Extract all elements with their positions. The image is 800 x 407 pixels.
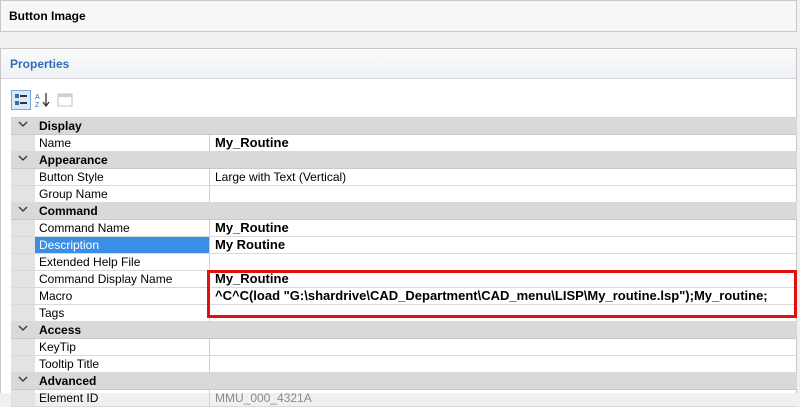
property-pages-icon bbox=[57, 93, 73, 107]
property-name[interactable]: Element ID bbox=[35, 390, 210, 406]
category-label: Command bbox=[39, 204, 98, 218]
svg-text:Z: Z bbox=[35, 102, 40, 108]
property-value[interactable] bbox=[211, 339, 797, 356]
property-value[interactable] bbox=[211, 186, 797, 203]
property-value[interactable]: My_Routine bbox=[211, 134, 797, 151]
property-grid: Display Name My_Routine Appearance Button St… bbox=[11, 117, 797, 407]
categorized-icon bbox=[15, 94, 27, 105]
category-advanced[interactable]: Advanced bbox=[11, 373, 797, 390]
property-row-command-name[interactable]: Command Name My_Routine bbox=[11, 220, 797, 237]
property-pages-button[interactable] bbox=[55, 90, 75, 110]
category-label: Access bbox=[39, 323, 82, 337]
properties-header: Properties bbox=[1, 49, 796, 79]
property-name[interactable]: Description bbox=[35, 237, 210, 253]
property-name[interactable]: Extended Help File bbox=[35, 254, 210, 270]
row-gutter bbox=[11, 390, 35, 406]
property-row-name[interactable]: Name My_Routine bbox=[11, 135, 797, 152]
property-value[interactable] bbox=[211, 356, 797, 373]
property-value[interactable]: My_Routine bbox=[211, 270, 797, 287]
properties-title: Properties bbox=[10, 57, 70, 71]
property-name[interactable]: Group Name bbox=[35, 186, 210, 202]
property-name[interactable]: Tags bbox=[35, 305, 210, 321]
row-gutter bbox=[11, 169, 35, 185]
row-gutter bbox=[11, 237, 35, 253]
chevron-down-icon[interactable] bbox=[18, 204, 30, 218]
chevron-down-icon[interactable] bbox=[18, 374, 30, 388]
sort-alphabetical-icon: A Z bbox=[35, 93, 50, 108]
property-name[interactable]: Command Name bbox=[35, 220, 210, 236]
property-row-button-style[interactable]: Button Style Large with Text (Vertical) bbox=[11, 169, 797, 186]
row-gutter bbox=[11, 186, 35, 202]
button-image-panel: Button Image bbox=[0, 0, 797, 32]
row-gutter bbox=[11, 220, 35, 236]
category-command[interactable]: Command bbox=[11, 203, 797, 220]
property-name[interactable]: Command Display Name bbox=[35, 271, 210, 287]
property-row-extended-help-file[interactable]: Extended Help File bbox=[11, 254, 797, 271]
category-appearance[interactable]: Appearance bbox=[11, 152, 797, 169]
row-gutter bbox=[11, 254, 35, 270]
row-gutter bbox=[11, 135, 35, 151]
property-value[interactable]: My Routine bbox=[211, 236, 797, 253]
property-row-tags[interactable]: Tags bbox=[11, 305, 797, 322]
categorized-button[interactable] bbox=[11, 90, 31, 110]
row-gutter bbox=[11, 305, 35, 321]
property-name[interactable]: Button Style bbox=[35, 169, 210, 185]
property-row-macro[interactable]: Macro ^C^C(load "G:\shardrive\CAD_Departm… bbox=[11, 288, 797, 305]
category-label: Advanced bbox=[39, 374, 97, 388]
row-gutter bbox=[11, 339, 35, 355]
properties-toolbar: A Z bbox=[11, 90, 75, 112]
property-value[interactable]: Large with Text (Vertical) bbox=[211, 169, 797, 186]
property-value[interactable]: ^C^C(load "G:\shardrive\CAD_Department\C… bbox=[211, 287, 797, 304]
category-label: Display bbox=[39, 119, 82, 133]
category-access[interactable]: Access bbox=[11, 322, 797, 339]
property-value[interactable] bbox=[211, 254, 797, 271]
properties-panel: Properties A Z Display Name My_Routine Appe… bbox=[0, 48, 797, 407]
row-gutter bbox=[11, 271, 35, 287]
chevron-down-icon[interactable] bbox=[18, 323, 30, 337]
property-value[interactable]: My_Routine bbox=[211, 219, 797, 236]
property-row-group-name[interactable]: Group Name bbox=[11, 186, 797, 203]
chevron-down-icon[interactable] bbox=[18, 119, 30, 133]
property-name[interactable]: Tooltip Title bbox=[35, 356, 210, 372]
property-name[interactable]: Macro bbox=[35, 288, 210, 304]
alphabetical-button[interactable]: A Z bbox=[33, 90, 53, 110]
property-row-keytip[interactable]: KeyTip bbox=[11, 339, 797, 356]
property-row-description[interactable]: Description My Routine bbox=[11, 237, 797, 254]
property-row-tooltip-title[interactable]: Tooltip Title bbox=[11, 356, 797, 373]
chevron-down-icon[interactable] bbox=[18, 153, 30, 167]
button-image-title: Button Image bbox=[9, 9, 86, 23]
property-name[interactable]: KeyTip bbox=[35, 339, 210, 355]
category-display[interactable]: Display bbox=[11, 118, 797, 135]
svg-text:A: A bbox=[35, 94, 40, 101]
row-gutter bbox=[11, 356, 35, 372]
category-label: Appearance bbox=[39, 153, 108, 167]
row-gutter bbox=[11, 288, 35, 304]
property-name[interactable]: Name bbox=[35, 135, 210, 151]
property-row-command-display-name[interactable]: Command Display Name My_Routine bbox=[11, 271, 797, 288]
property-value[interactable] bbox=[211, 305, 797, 322]
